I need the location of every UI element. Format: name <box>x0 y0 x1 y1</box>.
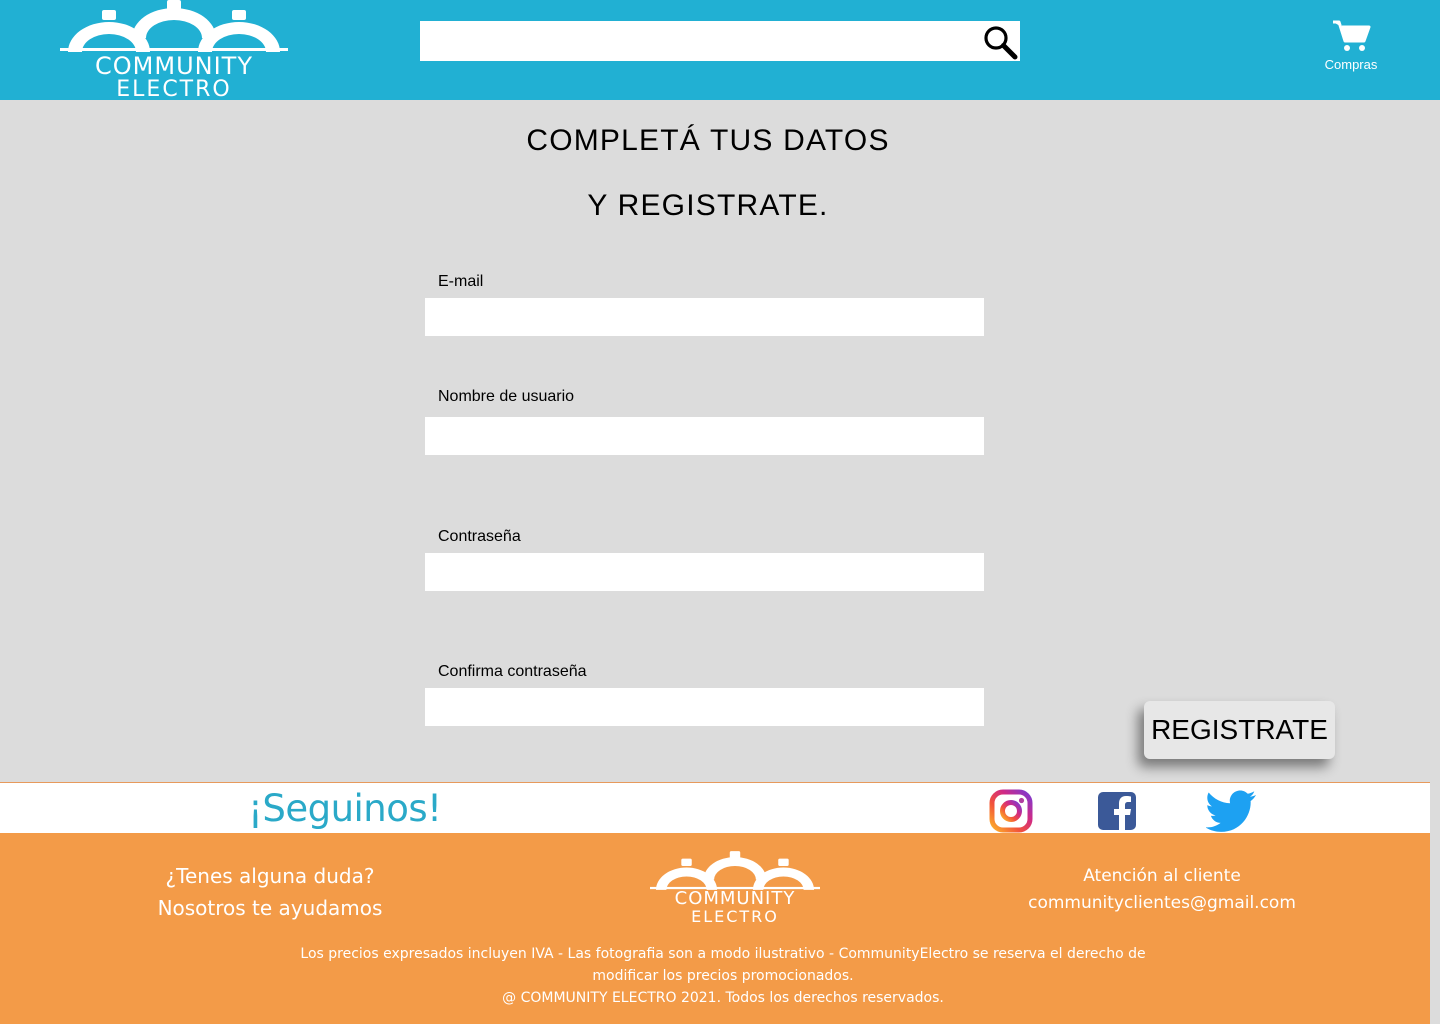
register-button[interactable]: REGISTRATE <box>1144 701 1335 759</box>
page-title-line2: Y REGISTRATE. <box>587 189 829 222</box>
header: COMMUNITY ELECTRO Compras <box>0 0 1440 102</box>
search-bar <box>420 21 1020 61</box>
facebook-icon[interactable] <box>1095 789 1139 833</box>
help-line2: Nosotros te ayudamos <box>157 896 383 920</box>
footer-logo-text-community: COMMUNITY <box>674 888 796 909</box>
logo-text-community: COMMUNITY <box>95 52 253 80</box>
logo-text-electro: ELECTRO <box>116 77 232 102</box>
lamps-icon <box>650 851 820 890</box>
legal-line1: Los precios expresados incluyen IVA - La… <box>300 946 1146 962</box>
instagram-icon[interactable] <box>989 789 1033 833</box>
follow-bar: ¡Seguinos! <box>0 782 1430 833</box>
confirm-password-field[interactable] <box>425 688 984 726</box>
cart-label: Compras <box>1324 57 1378 72</box>
password-label: Contraseña <box>438 528 521 545</box>
cart-icon <box>1333 20 1371 51</box>
help-text: ¿Tenes alguna duda? Nosotros te ayudamos <box>130 860 410 924</box>
confirm-password-label: Confirma contraseña <box>438 663 587 680</box>
search-icon[interactable] <box>982 24 1018 60</box>
logo[interactable]: COMMUNITY ELECTRO <box>60 0 288 102</box>
username-field[interactable] <box>425 417 984 455</box>
contact-info: Atención al cliente communityclientes@gm… <box>1012 863 1312 917</box>
footer-logo-text-electro: ELECTRO <box>691 907 779 926</box>
lamps-icon <box>60 0 288 52</box>
email-label: E-mail <box>438 273 484 290</box>
twitter-icon[interactable] <box>1206 789 1258 833</box>
page-title-line1: COMPLETÁ TUS DATOS <box>526 124 890 157</box>
help-line1: ¿Tenes alguna duda? <box>165 864 375 888</box>
password-field[interactable] <box>425 553 984 591</box>
search-input[interactable] <box>420 21 980 61</box>
cart-button[interactable]: Compras <box>1318 18 1384 78</box>
legal-line2: modificar los precios promocionados. <box>592 968 854 984</box>
legal-text: Los precios expresados incluyen IVA - La… <box>300 943 1146 1009</box>
follow-title: ¡Seguinos! <box>248 787 442 830</box>
copyright: @ COMMUNITY ELECTRO 2021. Todos los dere… <box>502 990 944 1006</box>
username-label: Nombre de usuario <box>438 388 575 405</box>
contact-title: Atención al cliente <box>1083 866 1241 886</box>
email-field[interactable] <box>425 298 984 336</box>
footer-logo[interactable]: COMMUNITY ELECTRO <box>650 851 820 929</box>
contact-email[interactable]: communityclientes@gmail.com <box>1012 890 1312 917</box>
footer: ¿Tenes alguna duda? Nosotros te ayudamos… <box>0 833 1430 1024</box>
